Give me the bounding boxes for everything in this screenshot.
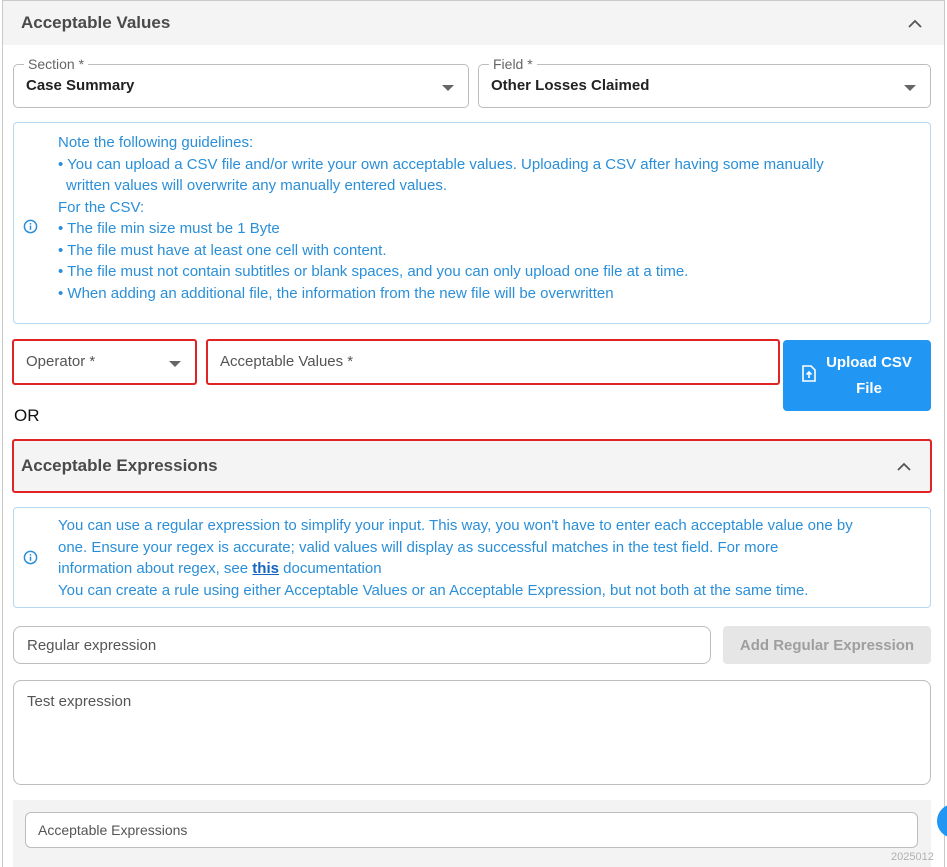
regex-info-line: You can create a rule using either Accep… <box>58 581 809 599</box>
chevron-up-icon[interactable] <box>893 455 915 477</box>
test-expression-placeholder: Test expression <box>27 693 132 710</box>
regular-expression-input[interactable]: Regular expression <box>13 626 711 664</box>
regex-info-line: You can use a regular expression to simp… <box>58 517 853 534</box>
or-separator: OR <box>14 406 40 425</box>
caret-down-icon[interactable] <box>904 85 916 91</box>
chevron-up-icon[interactable] <box>904 12 926 34</box>
regex-info-text: information about regex, see <box>58 560 249 577</box>
guideline-item-continued: written values will overwrite any manual… <box>66 177 448 194</box>
acceptable-expressions-field[interactable]: Acceptable Expressions <box>25 812 918 848</box>
section-value: Case Summary <box>26 77 135 94</box>
acceptable-values-input[interactable]: Acceptable Values * <box>206 339 780 385</box>
info-icon <box>23 219 38 241</box>
acceptable-values-title: Acceptable Values <box>21 13 171 32</box>
field-value: Other Losses Claimed <box>491 77 650 94</box>
add-regular-expression-button[interactable]: Add Regular Expression <box>723 626 931 664</box>
upload-file-icon <box>802 365 816 386</box>
regex-info-line: information about regex, see this docume… <box>58 558 926 580</box>
csv-heading: For the CSV: <box>58 198 145 216</box>
info-icon <box>23 550 38 572</box>
test-expression-textarea[interactable]: Test expression <box>13 680 931 785</box>
acceptable-expressions-placeholder: Acceptable Expressions <box>38 822 188 838</box>
field-label: Field * <box>489 55 537 73</box>
caret-down-icon[interactable] <box>169 361 181 367</box>
csv-item: • The file must have at least one cell w… <box>58 241 387 259</box>
field-select[interactable]: Field * Other Losses Claimed <box>478 55 931 108</box>
documentation-link[interactable]: this <box>252 560 279 577</box>
csv-item: • When adding an additional file, the in… <box>58 284 614 302</box>
acceptable-expressions-list-area: Acceptable Expressions <box>13 800 931 867</box>
csv-item: • The file must not contain subtitles or… <box>58 263 689 280</box>
operator-label: Operator * <box>26 353 96 370</box>
regex-info-text: documentation <box>283 560 382 577</box>
acceptable-expressions-title: Acceptable Expressions <box>21 456 218 475</box>
upload-csv-button[interactable]: Upload CSV File <box>783 340 931 411</box>
guidelines-heading: Note the following guidelines: <box>58 134 254 151</box>
guideline-item: • You can upload a CSV file and/or write… <box>58 155 824 173</box>
section-select[interactable]: Section * Case Summary <box>13 55 469 108</box>
acceptable-values-header[interactable]: Acceptable Values <box>3 1 944 45</box>
upload-label-line1: Upload CSV <box>826 353 912 371</box>
regex-info-box: You can use a regular expression to simp… <box>13 507 931 608</box>
guidelines-info-box: Note the following guidelines: • You can… <box>13 122 931 324</box>
acceptable-expressions-header[interactable]: Acceptable Expressions <box>12 439 932 493</box>
operator-select[interactable]: Operator * <box>12 339 197 385</box>
regular-expression-placeholder: Regular expression <box>27 637 157 654</box>
csv-item: • The file min size must be 1 Byte <box>58 220 280 237</box>
acceptable-values-placeholder: Acceptable Values * <box>220 353 354 370</box>
regex-info-line: one. Ensure your regex is accurate; vali… <box>58 538 779 556</box>
footer-version-text: 2025012 <box>891 851 934 863</box>
upload-label-line2: File <box>856 379 882 397</box>
section-label: Section * <box>24 55 89 73</box>
caret-down-icon[interactable] <box>442 85 454 91</box>
